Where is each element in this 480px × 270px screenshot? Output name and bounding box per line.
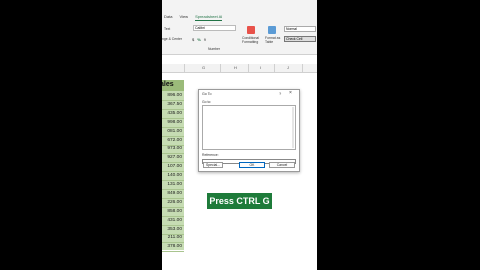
row-divider: [162, 197, 184, 199]
sales-value-cell[interactable]: 140.00: [163, 173, 182, 178]
wrap-text-button[interactable]: Text: [164, 27, 170, 31]
row-divider: [162, 206, 184, 208]
row-divider: [162, 180, 184, 182]
row-divider: [162, 117, 184, 119]
format-as-table-label[interactable]: Format as Table: [265, 36, 281, 44]
goto-list[interactable]: [202, 105, 296, 150]
merge-center-button[interactable]: nge & Center: [162, 37, 182, 41]
close-icon[interactable]: ×: [289, 90, 292, 96]
column-i[interactable]: I: [260, 65, 261, 70]
currency-button[interactable]: $: [192, 37, 194, 42]
conditional-formatting-icon[interactable]: [247, 26, 255, 34]
ribbon-tabs: Data View Spreadsheet AI: [162, 14, 223, 21]
help-button[interactable]: ?: [279, 91, 281, 96]
column-h[interactable]: H: [234, 65, 237, 70]
sales-value-cell[interactable]: 973.00: [163, 146, 182, 151]
sales-value-cell[interactable]: 431.00: [163, 218, 182, 223]
sales-value-cell[interactable]: 367.50: [163, 102, 182, 107]
column-g[interactable]: G: [202, 65, 205, 70]
dialog-title: Go To: [202, 92, 212, 96]
sales-value-cell[interactable]: 998.00: [163, 120, 182, 125]
ok-button[interactable]: OK: [239, 162, 265, 168]
goto-label: Go to:: [202, 100, 212, 104]
sales-value-cell[interactable]: 858.00: [163, 209, 182, 214]
style-normal[interactable]: Normal: [284, 26, 316, 32]
sales-value-cell[interactable]: 353.00: [163, 227, 182, 232]
row-divider: [162, 108, 184, 110]
tab-view[interactable]: View: [179, 14, 188, 21]
sales-value-cell[interactable]: 211.00: [163, 235, 182, 240]
number-format-buttons: $ % 9: [192, 37, 206, 42]
cancel-button[interactable]: Cancel: [269, 162, 295, 168]
goto-dialog: Go To ? × Go to: Reference: Special... O…: [198, 89, 300, 172]
style-check-cell[interactable]: Check Cell: [284, 36, 316, 42]
row-divider: [162, 224, 184, 226]
tab-data[interactable]: Data: [164, 14, 172, 21]
font-name-dropdown[interactable]: Calibri: [193, 25, 236, 31]
tab-spreadsheet-ai[interactable]: Spreadsheet AI: [195, 14, 223, 21]
comma-button[interactable]: 9: [204, 37, 206, 42]
reference-label: Reference:: [202, 153, 219, 157]
row-divider: [162, 251, 184, 253]
special-button[interactable]: Special...: [203, 162, 223, 168]
conditional-formatting-label[interactable]: Conditional Formatting: [242, 36, 260, 44]
list-scrollbar[interactable]: [292, 107, 294, 148]
sales-value-cell[interactable]: 081.00: [163, 129, 182, 134]
row-divider: [162, 100, 184, 101]
sales-value-cell[interactable]: 107.00: [163, 164, 182, 169]
sales-value-cell[interactable]: 435.00: [163, 111, 182, 116]
format-as-table-icon[interactable]: [268, 26, 276, 34]
row-divider: [162, 189, 184, 190]
caption-overlay: Press CTRL G: [207, 193, 272, 209]
number-group-label: Number: [208, 47, 221, 51]
ribbon: Data View Spreadsheet AI Text nge & Cent…: [162, 0, 317, 55]
sales-header: ales: [162, 81, 174, 88]
column-j[interactable]: J: [287, 65, 289, 70]
sales-value-cell[interactable]: 672.00: [163, 138, 182, 143]
column-headers: G H I J: [162, 64, 317, 73]
row-divider: [162, 135, 184, 137]
percent-button[interactable]: %: [197, 37, 201, 42]
excel-window: Data View Spreadsheet AI Text nge & Cent…: [162, 0, 317, 270]
sales-value-cell[interactable]: 896.00: [163, 93, 182, 98]
sales-value-cell[interactable]: 226.00: [163, 200, 182, 205]
row-divider: [162, 215, 184, 217]
sales-value-cell[interactable]: 378.00: [163, 244, 182, 249]
sales-value-cell[interactable]: 849.00: [163, 191, 182, 196]
sales-value-cell[interactable]: 131.00: [163, 182, 182, 187]
sales-value-cell[interactable]: 927.00: [163, 155, 182, 160]
row-divider: [162, 126, 184, 128]
